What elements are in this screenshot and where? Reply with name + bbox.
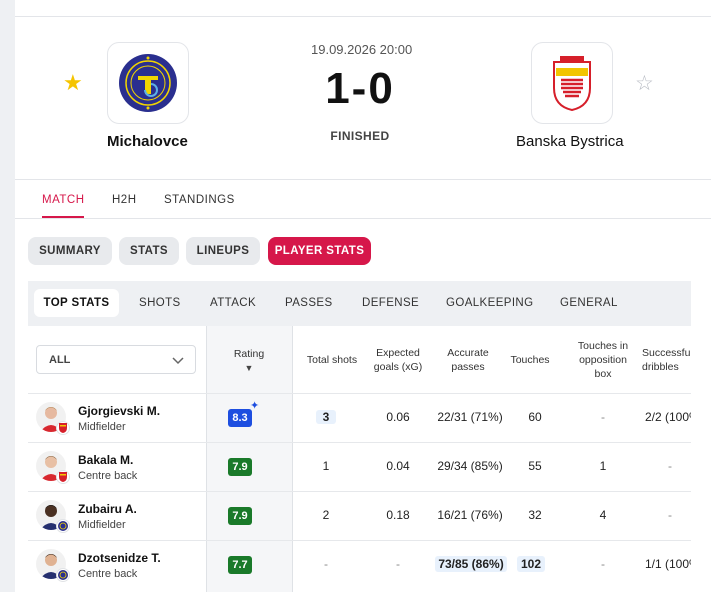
cell-dribbles: - [668,459,672,473]
filter-value: ALL [49,354,71,366]
tab-h2h[interactable]: H2H [112,194,137,206]
rating-badge: 7.7 [228,556,252,574]
player-position: Midfielder [78,519,126,531]
home-team-name[interactable]: Michalovce [107,133,188,150]
column-divider [206,326,207,592]
col-header-rating[interactable]: Rating ▼ [216,347,282,375]
cell-dribbles: - [668,508,672,522]
banska-bystrica-crest-icon [553,56,591,112]
row-divider [28,540,691,541]
col-header-label: Accurate [447,347,489,359]
player-position: Centre back [78,470,138,482]
player-name: Bakala M. [78,453,134,467]
cell-accurate-passes: 22/31 (71%) [437,410,503,424]
player-name: Dzotsenidze T. [78,551,161,565]
pill-summary[interactable]: SUMMARY [28,237,112,265]
divider [15,16,711,17]
stats-category-nav: TOP STATS SHOTS ATTACK PASSES DEFENSE GO… [28,281,691,326]
rating-badge: 7.9 [228,458,252,476]
player-name: Zubairu A. [78,502,137,516]
match-score: 1-0 [325,64,395,113]
cell-xg: - [396,557,400,571]
cell-total-shots: 1 [322,459,330,473]
col-header-label: opposition [579,354,627,366]
favorite-away-star-icon[interactable]: ☆ [635,73,654,94]
cell-dribbles: 1/1 (100%) [645,557,691,571]
tab-match[interactable]: MATCH [42,194,85,206]
team-badge-michalovce-icon [56,519,70,533]
col-header-dribbles[interactable]: Successful dribbles [642,346,691,374]
cell-touches-opp-box: - [601,410,605,424]
col-header-touches-opp-box[interactable]: Touches in opposition box [568,339,638,381]
col-header-xg[interactable]: Expected goals (xG) [363,346,433,374]
away-team-logo[interactable] [531,42,613,124]
favorite-home-star-icon[interactable]: ★ [63,72,83,94]
team-badge-bystrica-icon [56,470,70,484]
chevron-down-icon [172,357,184,365]
col-header-label: goals (xG) [373,361,423,373]
col-header-touches[interactable]: Touches [500,353,560,367]
player-position: Midfielder [78,421,126,433]
row-divider [28,442,691,443]
cell-touches-opp-box: 1 [599,459,607,473]
subtab-general[interactable]: GENERAL [560,289,618,317]
cell-touches-opp-box: 4 [599,508,607,522]
subtab-defense[interactable]: DEFENSE [362,289,419,317]
cell-accurate-passes: 16/21 (76%) [437,508,503,522]
col-header-label: Rating [233,348,265,360]
sort-desc-icon: ▼ [244,363,254,373]
subtab-goalkeeping[interactable]: GOALKEEPING [446,289,533,317]
divider [15,218,711,219]
cell-total-shots: - [324,557,328,571]
subtab-shots[interactable]: SHOTS [139,289,181,317]
subtab-attack[interactable]: ATTACK [210,289,256,317]
cell-touches-opp-box: - [601,557,605,571]
pill-lineups[interactable]: LINEUPS [186,237,260,265]
rating-badge: 8.3 [228,409,252,427]
subtab-top-stats[interactable]: TOP STATS [34,289,119,317]
row-divider [28,491,691,492]
away-team-name[interactable]: Banska Bystrica [516,133,624,150]
cell-touches: 32 [528,508,542,522]
top-rated-sparkle-icon: ✦ [250,400,260,412]
rating-badge: 7.9 [228,507,252,525]
cell-touches: 60 [528,410,542,424]
cell-xg: 0.06 [386,410,410,424]
cell-dribbles: 2/2 (100%) [645,410,691,424]
col-header-label: Successful [642,347,691,359]
col-header-label: passes [451,361,485,373]
team-badge-michalovce-icon [56,568,70,582]
cell-xg: 0.04 [386,459,410,473]
col-header-label: Touches in [577,340,629,352]
col-header-label: Expected [376,347,420,359]
pill-stats[interactable]: STATS [119,237,179,265]
player-stats-table: TOP STATS SHOTS ATTACK PASSES DEFENSE GO… [28,281,691,592]
cell-xg: 0.18 [386,508,410,522]
cell-total-shots: 3 [316,410,336,424]
match-status: FINISHED [330,129,390,143]
subtab-passes[interactable]: PASSES [285,289,333,317]
cell-touches: 55 [528,459,542,473]
pill-player-stats[interactable]: PLAYER STATS [268,237,371,265]
team-badge-bystrica-icon [56,421,70,435]
cell-accurate-passes: 73/85 (86%) [435,556,507,572]
tab-standings[interactable]: STANDINGS [164,194,235,206]
home-team-logo[interactable] [107,42,189,124]
col-header-total-shots[interactable]: Total shots [293,353,371,367]
player-name: Gjorgievski M. [78,404,161,418]
divider [15,179,711,180]
cell-total-shots: 2 [322,508,330,522]
col-header-label: box [594,368,612,380]
col-header-accurate-passes[interactable]: Accurate passes [433,346,503,374]
row-divider [28,393,691,394]
michalovce-crest-icon [119,54,177,112]
cell-touches: 102 [517,556,545,572]
match-datetime: 19.09.2026 20:00 [311,42,413,57]
col-header-label: dribbles [642,361,679,373]
player-position: Centre back [78,568,138,580]
player-filter-select[interactable]: ALL [36,345,196,374]
match-page: ★ Michalovce 19.09.2026 20:00 1-0 FINISH… [15,0,711,592]
cell-accurate-passes: 29/34 (85%) [437,459,503,473]
